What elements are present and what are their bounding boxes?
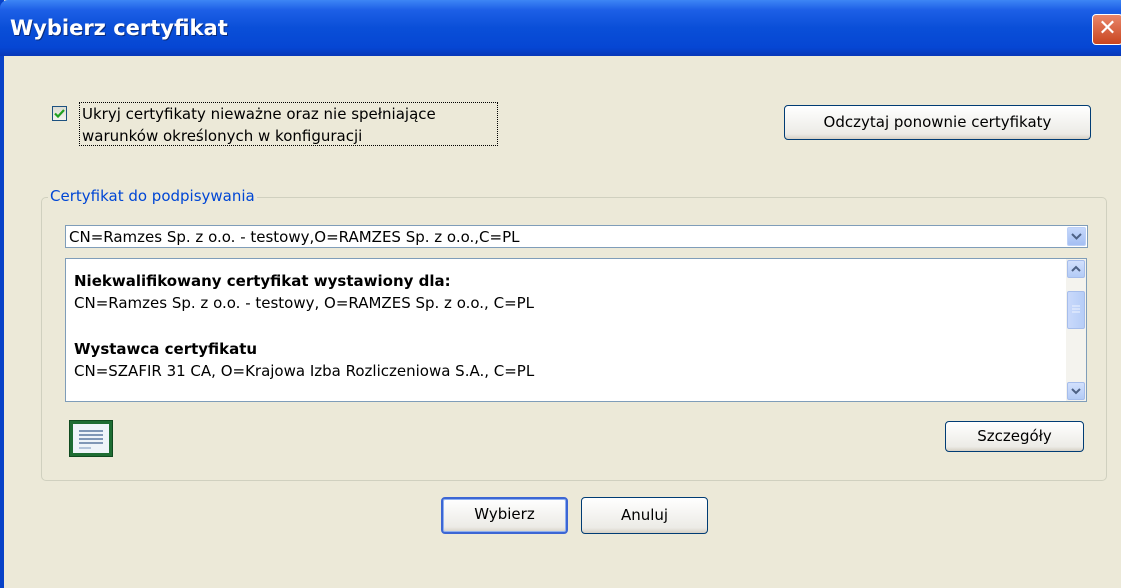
reload-certificates-button[interactable]: Odczytaj ponownie certyfikaty: [784, 105, 1091, 140]
info-scrollbar[interactable]: [1066, 259, 1086, 401]
certificate-select[interactable]: CN=Ramzes Sp. z o.o. - testowy,O=RAMZES …: [65, 225, 1088, 248]
certificate-lines-icon: [79, 430, 103, 449]
hide-invalid-label-line1: Ukryj certyfikaty nieważne oraz nie speł…: [82, 105, 436, 123]
group-legend: Certyfikat do podpisywania: [48, 186, 257, 206]
details-label: Szczegóły: [977, 427, 1052, 445]
issuer-value: CN=SZAFIR 31 CA, O=Krajowa Izba Rozlicze…: [74, 362, 535, 380]
subject-heading: Niekwalifikowany certyfikat wystawiony d…: [74, 272, 451, 290]
cancel-label: Anuluj: [620, 506, 669, 524]
certificate-info-panel: Niekwalifikowany certyfikat wystawiony d…: [65, 258, 1087, 402]
close-icon: ✕: [1098, 16, 1117, 41]
chevron-down-icon: [1071, 233, 1082, 240]
select-label: Wybierz: [474, 505, 535, 523]
close-button[interactable]: ✕: [1092, 14, 1121, 45]
subject-value: CN=Ramzes Sp. z o.o. - testowy, O=RAMZES…: [74, 294, 535, 312]
window-title: Wybierz certyfikat: [10, 16, 228, 40]
scrollbar-thumb[interactable]: [1067, 291, 1085, 329]
arrow-down-icon: [1071, 388, 1081, 395]
select-button[interactable]: Wybierz: [441, 497, 568, 534]
checkmark-icon: [54, 109, 65, 119]
certificate-select-dropdown-button[interactable]: [1067, 227, 1086, 246]
dialog-window: Wybierz certyfikat ✕ Ukryj certyfikaty n…: [0, 0, 1121, 588]
cancel-button[interactable]: Anuluj: [581, 497, 708, 534]
arrow-up-icon: [1071, 265, 1081, 272]
certificate-select-value: CN=Ramzes Sp. z o.o. - testowy,O=RAMZES …: [69, 228, 520, 246]
certificate-icon[interactable]: [69, 420, 113, 457]
hide-invalid-checkbox[interactable]: [52, 106, 67, 121]
hide-invalid-label-line2: warunków określonych w konfiguracji: [82, 127, 363, 145]
certificate-info-text: Niekwalifikowany certyfikat wystawiony d…: [74, 270, 1044, 382]
details-button[interactable]: Szczegóły: [945, 421, 1084, 452]
issuer-heading: Wystawca certyfikatu: [74, 340, 258, 358]
title-bar[interactable]: Wybierz certyfikat ✕: [0, 0, 1121, 56]
reload-certificates-label: Odczytaj ponownie certyfikaty: [823, 113, 1052, 131]
scroll-up-button[interactable]: [1067, 260, 1085, 278]
hide-invalid-option[interactable]: Ukryj certyfikaty nieważne oraz nie speł…: [52, 100, 500, 149]
hide-invalid-label[interactable]: Ukryj certyfikaty nieważne oraz nie speł…: [79, 102, 498, 146]
scroll-down-button[interactable]: [1067, 382, 1085, 400]
thumb-grip-icon: [1072, 305, 1080, 313]
